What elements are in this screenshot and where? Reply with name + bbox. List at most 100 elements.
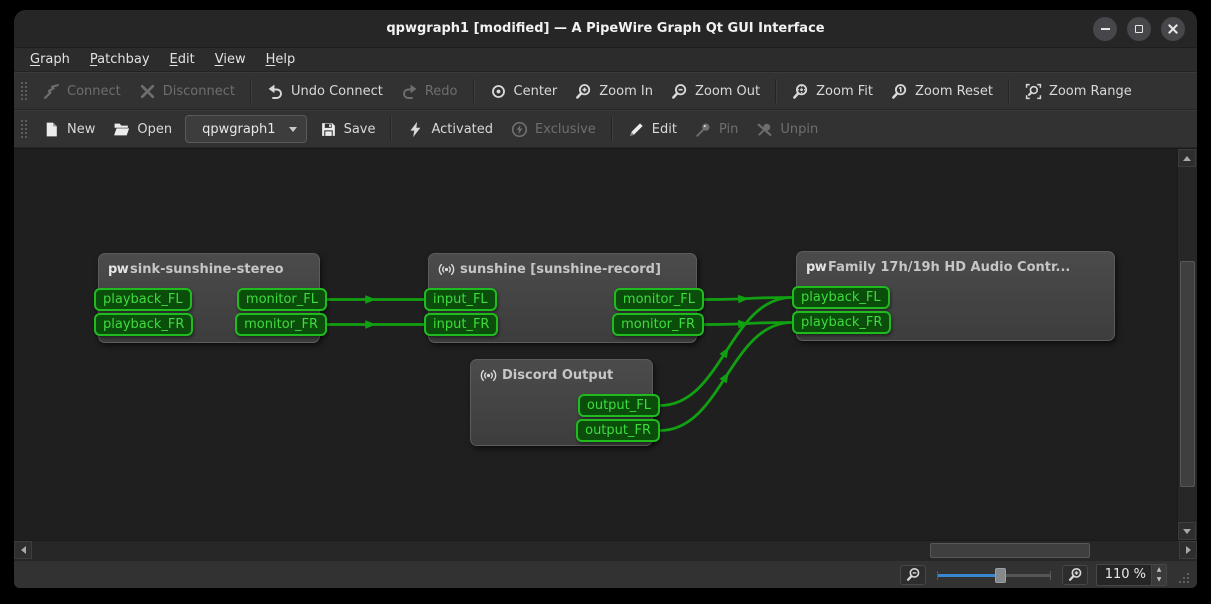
app-window: qpwgraph1 [modified] — A PipeWire Graph … [14, 10, 1197, 588]
zoom-fit-icon [792, 83, 809, 100]
resize-grip[interactable] [1177, 571, 1191, 585]
port-monitor_FR[interactable]: monitor_FR [612, 313, 704, 336]
port-playback_FL[interactable]: playback_FL [792, 286, 890, 309]
save-icon [320, 121, 337, 138]
menu-graph[interactable]: Graph [20, 50, 80, 69]
patchbay-profile-combobox[interactable]: qpwgraph1 [185, 115, 306, 143]
horizontal-scroll-thumb[interactable] [930, 543, 1090, 558]
arrow-up-icon [1183, 156, 1191, 161]
pipewire-icon: pw [806, 259, 823, 276]
toolbar-patchbay-commands: NewOpenqpwgraph1Save ActivatedExclusive Ed… [14, 110, 1197, 148]
port-output_FL[interactable]: output_FL [578, 394, 660, 417]
scroll-down-button[interactable] [1178, 522, 1196, 540]
save-button[interactable]: Save [311, 115, 385, 143]
port-monitor_FR[interactable]: monitor_FR [235, 313, 327, 336]
unpin-button[interactable]: Unpin [747, 115, 827, 143]
menu-patchbay[interactable]: Patchbay [80, 50, 160, 69]
zoom-percent-spinbox[interactable]: 110 % ▲ ▼ [1096, 564, 1167, 586]
scroll-up-button[interactable] [1178, 149, 1196, 167]
menu-help[interactable]: Help [256, 50, 306, 69]
new-button[interactable]: New [34, 115, 104, 143]
port-monitor_FL[interactable]: monitor_FL [614, 288, 704, 311]
node-title: sunshine [sunshine-record] [460, 262, 661, 277]
status-zoom-in-button[interactable] [1062, 565, 1088, 585]
pin-button[interactable]: Pin [686, 115, 747, 143]
scroll-left-button[interactable] [14, 541, 32, 559]
toolbar-drag-handle[interactable] [20, 80, 28, 102]
graph-node-sunshine[interactable]: sunshine [sunshine-record]input_FLinput_… [428, 253, 697, 343]
activated-button[interactable]: Activated [398, 115, 502, 143]
port-playback_FR[interactable]: playback_FR [792, 311, 891, 334]
toolbar-button-label: Zoom In [599, 84, 653, 99]
menu-view[interactable]: View [205, 50, 256, 69]
node-header[interactable]: sunshine [sunshine-record] [429, 254, 696, 283]
zoom-slider-handle[interactable] [995, 568, 1006, 583]
disconnect-button[interactable]: Disconnect [130, 77, 244, 105]
window-controls [1093, 17, 1185, 41]
open-button[interactable]: Open [104, 115, 181, 143]
spin-up-button[interactable]: ▲ [1152, 565, 1166, 575]
desktop-background: qpwgraph1 [modified] — A PipeWire Graph … [0, 0, 1211, 604]
node-title: Family 17h/19h HD Audio Contr... [828, 260, 1070, 275]
toolbar-separator [775, 79, 777, 103]
zoom-reset-icon [891, 83, 908, 100]
redo-button[interactable]: Redo [392, 77, 467, 105]
title-bar[interactable]: qpwgraph1 [modified] — A PipeWire Graph … [14, 10, 1197, 48]
undo-connect-button[interactable]: Undo Connect [258, 77, 392, 105]
zoom-percent-value[interactable]: 110 % [1097, 565, 1151, 585]
port-playback_FR[interactable]: playback_FR [94, 313, 193, 336]
toolbar-separator [1008, 79, 1010, 103]
graph-node-family[interactable]: pwFamily 17h/19h HD Audio Contr...playba… [796, 251, 1115, 341]
horizontal-scrollbar[interactable] [14, 540, 1197, 560]
graph-node-discord[interactable]: Discord Outputoutput_FLoutput_FR [470, 359, 653, 446]
port-input_FL[interactable]: input_FL [424, 288, 497, 311]
center-button[interactable]: Center [481, 77, 567, 105]
toolbar-button-label: Zoom Range [1049, 84, 1132, 99]
toolbar-drag-handle[interactable] [20, 118, 28, 140]
maximize-button[interactable] [1127, 17, 1151, 41]
port-input_FR[interactable]: input_FR [424, 313, 498, 336]
toolbar-button-label: Zoom Out [695, 84, 760, 99]
node-header[interactable]: pw Family 17h/19h HD Audio Contr... [797, 252, 1114, 281]
node-header[interactable]: pwsink-sunshine-stereo [99, 254, 319, 283]
port-monitor_FL[interactable]: monitor_FL [237, 288, 327, 311]
edit-button[interactable]: Edit [619, 115, 686, 143]
zoom-in-button[interactable]: Zoom In [566, 77, 662, 105]
vertical-scrollbar[interactable] [1177, 149, 1197, 540]
scroll-right-button[interactable] [1179, 541, 1197, 559]
graph-node-sink[interactable]: pwsink-sunshine-stereoplayback_FLplaybac… [98, 253, 320, 343]
open-folder-icon [113, 121, 130, 138]
exclusive-button[interactable]: Exclusive [502, 115, 605, 143]
activated-bolt-icon [407, 121, 424, 138]
edit-pencil-icon [628, 121, 645, 138]
spin-down-button[interactable]: ▼ [1152, 575, 1166, 585]
pin-icon [695, 121, 712, 138]
vertical-scroll-thumb[interactable] [1180, 261, 1195, 487]
status-bar: 110 % ▲ ▼ [14, 560, 1197, 588]
port-output_FR[interactable]: output_FR [576, 419, 660, 442]
slider-tick [1050, 571, 1051, 580]
close-button[interactable] [1161, 17, 1185, 41]
zoom-reset-button[interactable]: Zoom Reset [882, 77, 1002, 105]
connect-icon [43, 83, 60, 100]
spinbox-arrows: ▲ ▼ [1151, 565, 1166, 585]
arrow-left-icon [21, 546, 26, 554]
zoom-out-button[interactable]: Zoom Out [662, 77, 769, 105]
minimize-button[interactable] [1093, 17, 1117, 41]
graph-canvas[interactable]: pwsink-sunshine-stereoplayback_FLplaybac… [14, 149, 1177, 540]
toolbar-button-label: Connect [67, 84, 121, 99]
connect-button[interactable]: Connect [34, 77, 130, 105]
menu-edit[interactable]: Edit [160, 50, 205, 69]
maximize-icon [1135, 25, 1143, 33]
port-playback_FL[interactable]: playback_FL [94, 288, 192, 311]
status-zoom-out-button[interactable] [900, 565, 926, 585]
exclusive-bolt-icon [511, 121, 528, 138]
zoom-slider-fill [938, 574, 1000, 577]
zoom-range-button[interactable]: Zoom Range [1016, 77, 1141, 105]
connection-edges-layer [14, 149, 1177, 540]
arrow-right-icon [1186, 546, 1191, 554]
chevron-down-icon [289, 127, 297, 132]
zoom-slider[interactable] [934, 567, 1054, 583]
node-header[interactable]: Discord Output [471, 360, 652, 389]
zoom-fit-button[interactable]: Zoom Fit [783, 77, 882, 105]
